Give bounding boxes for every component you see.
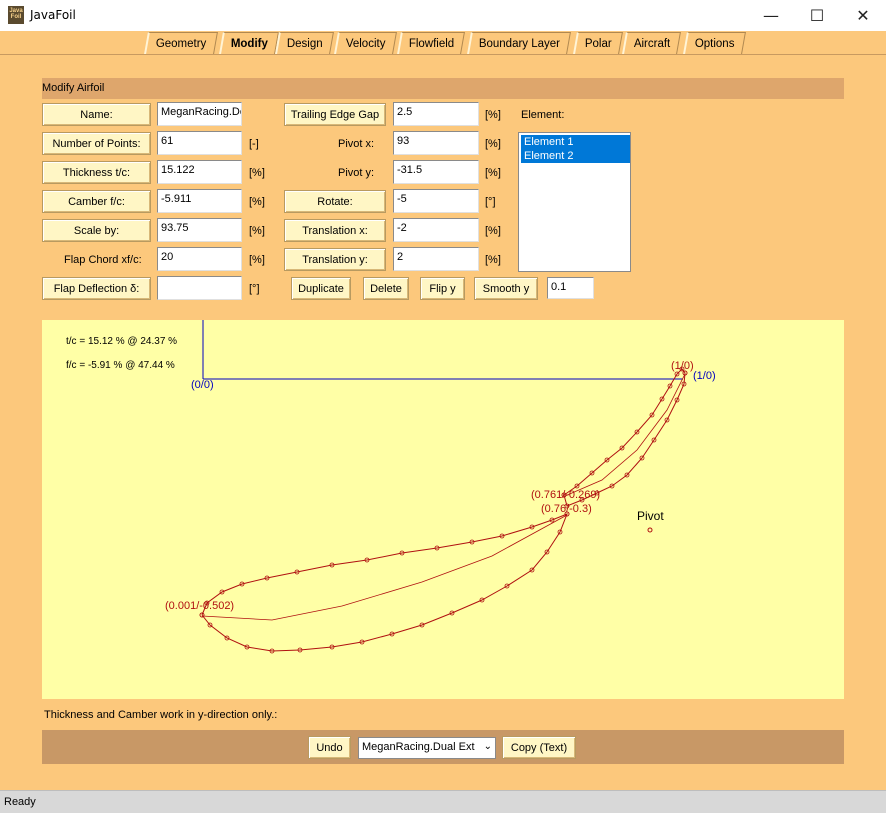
thickness-field[interactable]: 15.122 bbox=[157, 160, 242, 184]
airfoil-plot: Pivot t/c = 15.12 % @ 24.37 % f/c = -5.9… bbox=[42, 320, 844, 699]
unit-chord-label: (1/0) bbox=[693, 370, 716, 382]
flap-chord-field[interactable]: 20 bbox=[157, 247, 242, 271]
camber-field[interactable]: -5.911 bbox=[157, 189, 242, 213]
element1-le-label: (0.001/-0.502) bbox=[165, 600, 234, 612]
origin-label: (0/0) bbox=[191, 379, 214, 391]
name-field[interactable]: MeganRacing.De bbox=[157, 102, 242, 126]
element1-te-label: (0.76/-0.3) bbox=[541, 503, 592, 515]
element1-outline bbox=[201, 513, 568, 652]
pivot-y-field[interactable]: -31.5 bbox=[393, 160, 479, 184]
translation-y-field[interactable]: 2 bbox=[393, 247, 479, 271]
rotate-unit: [°] bbox=[485, 196, 496, 208]
app-icon: Java Foil bbox=[8, 6, 24, 24]
y-direction-note: Thickness and Camber work in y-direction… bbox=[44, 709, 278, 721]
element-list[interactable]: Element 1 Element 2 bbox=[518, 132, 631, 272]
scale-by-field[interactable]: 93.75 bbox=[157, 218, 242, 242]
element2-te-label: (1/0) bbox=[671, 360, 694, 372]
flap-deflection-unit: [°] bbox=[249, 283, 260, 295]
translation-x-button[interactable]: Translation x: bbox=[284, 219, 386, 242]
status-text: Ready bbox=[4, 796, 36, 808]
tab-options[interactable]: Options bbox=[683, 32, 746, 54]
status-bar: Ready bbox=[0, 790, 886, 813]
translation-x-unit: [%] bbox=[485, 225, 501, 237]
te-gap-unit: [%] bbox=[485, 109, 501, 121]
tab-polar[interactable]: Polar bbox=[573, 32, 623, 54]
thickness-unit: [%] bbox=[249, 167, 265, 179]
pivot-marker bbox=[647, 527, 653, 533]
pivot-y-label: Pivot y: bbox=[338, 167, 375, 179]
pivot-x-label: Pivot x: bbox=[338, 138, 375, 150]
element2-outline bbox=[563, 368, 686, 507]
tab-boundary-layer[interactable]: Boundary Layer bbox=[467, 32, 572, 54]
translation-x-field[interactable]: -2 bbox=[393, 218, 479, 242]
thickness-button[interactable]: Thickness t/c: bbox=[42, 161, 151, 184]
copy-text-button[interactable]: Copy (Text) bbox=[502, 736, 576, 759]
number-of-points-button[interactable]: Number of Points: bbox=[42, 132, 151, 155]
flap-deflection-field[interactable] bbox=[157, 276, 242, 300]
element1-camber-line bbox=[201, 514, 568, 621]
duplicate-button[interactable]: Duplicate bbox=[291, 277, 351, 300]
tab-design[interactable]: Design bbox=[275, 32, 334, 54]
smooth-y-button[interactable]: Smooth y bbox=[474, 277, 538, 300]
close-icon[interactable]: ✕ bbox=[840, 0, 886, 31]
section-header: Modify Airfoil bbox=[42, 78, 844, 99]
element-label: Element: bbox=[521, 109, 565, 121]
name-button[interactable]: Name: bbox=[42, 103, 151, 126]
flap-deflection-button[interactable]: Flap Deflection δ: bbox=[42, 277, 151, 300]
flap-chord-unit: [%] bbox=[249, 254, 265, 266]
element2-le-label: (0.761/-0.269) bbox=[531, 489, 600, 501]
tab-velocity[interactable]: Velocity bbox=[334, 32, 397, 54]
pivot-label: Pivot bbox=[637, 509, 664, 523]
number-of-points-field[interactable]: 61 bbox=[157, 131, 242, 155]
tab-divider bbox=[0, 54, 886, 55]
pivot-y-unit: [%] bbox=[485, 167, 501, 179]
window-title: JavaFoil bbox=[30, 8, 76, 22]
airfoil-select-value: MeganRacing.Dual Ext bbox=[362, 741, 475, 753]
camber-unit: [%] bbox=[249, 196, 265, 208]
chevron-down-icon: ⌄ bbox=[483, 741, 492, 752]
delete-button[interactable]: Delete bbox=[363, 277, 409, 300]
minimize-icon[interactable]: — bbox=[748, 0, 794, 31]
trailing-edge-gap-field[interactable]: 2.5 bbox=[393, 102, 479, 126]
scale-by-button[interactable]: Scale by: bbox=[42, 219, 151, 242]
element2-camber-line bbox=[564, 373, 686, 497]
tab-aircraft[interactable]: Aircraft bbox=[622, 32, 682, 54]
list-item-element-1[interactable]: Element 1 bbox=[521, 135, 630, 149]
list-item-element-2[interactable]: Element 2 bbox=[521, 149, 630, 163]
rotate-button[interactable]: Rotate: bbox=[284, 190, 386, 213]
title-bar: Java Foil JavaFoil — ☐ ✕ bbox=[0, 0, 886, 31]
airfoil-select[interactable]: MeganRacing.Dual Ext ⌄ bbox=[358, 737, 496, 759]
camber-info: f/c = -5.91 % @ 47.44 % bbox=[66, 360, 175, 371]
camber-button[interactable]: Camber f/c: bbox=[42, 190, 151, 213]
scale-unit: [%] bbox=[249, 225, 265, 237]
tab-modify[interactable]: Modify bbox=[219, 32, 280, 54]
tab-geometry[interactable]: Geometry bbox=[144, 32, 218, 54]
trailing-edge-gap-button[interactable]: Trailing Edge Gap bbox=[284, 103, 386, 126]
flip-y-button[interactable]: Flip y bbox=[420, 277, 465, 300]
translation-y-button[interactable]: Translation y: bbox=[284, 248, 386, 271]
tab-flowfield[interactable]: Flowfield bbox=[397, 32, 466, 54]
pivot-x-field[interactable]: 93 bbox=[393, 131, 479, 155]
flap-chord-label: Flap Chord xf/c: bbox=[64, 254, 142, 266]
translation-y-unit: [%] bbox=[485, 254, 501, 266]
maximize-icon[interactable]: ☐ bbox=[794, 0, 840, 31]
undo-button[interactable]: Undo bbox=[308, 736, 351, 759]
points-unit: [-] bbox=[249, 138, 259, 150]
airfoil-plot-canvas: Pivot t/c = 15.12 % @ 24.37 % f/c = -5.9… bbox=[66, 320, 716, 654]
smooth-value-field[interactable]: 0.1 bbox=[547, 277, 594, 299]
pivot-x-unit: [%] bbox=[485, 138, 501, 150]
thickness-info: t/c = 15.12 % @ 24.37 % bbox=[66, 336, 177, 347]
rotate-field[interactable]: -5 bbox=[393, 189, 479, 213]
